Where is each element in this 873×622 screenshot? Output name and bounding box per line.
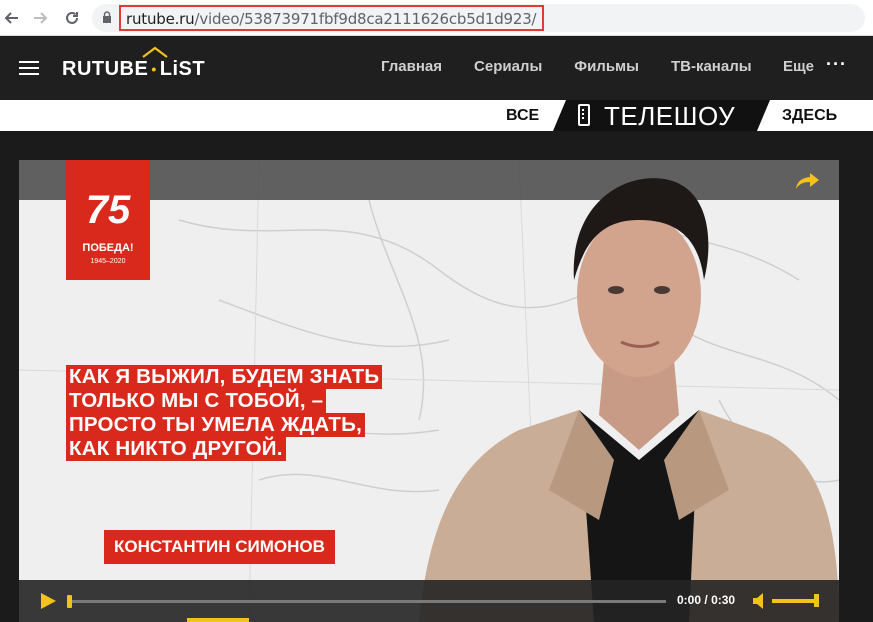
lock-icon [103,11,111,23]
play-icon[interactable] [39,592,57,610]
presenter-figure [419,178,839,622]
site-logo[interactable]: RUTUBE • LiST [62,46,206,82]
progress-handle[interactable] [67,595,72,608]
time-separator: / [704,593,708,607]
poem-quote: КАК Я ВЫЖИЛ, БУДЕМ ЗНАТЬ ТОЛЬКО МЫ С ТОБ… [66,365,383,461]
menu-icon[interactable] [19,61,39,75]
duration: 0:30 [711,593,736,607]
logo-sub-text: LiST [159,57,206,80]
more-dots-icon[interactable]: ··· [826,54,847,75]
quote-line: ПРОСТО ТЫ УМЕЛА ЖДАТЬ, [66,413,365,437]
victory-years: 1945–2020 [90,258,126,265]
browser-toolbar: rutube.ru/video/53873971fbf9d8ca2111626c… [0,0,873,36]
logo-roof-icon [142,46,168,58]
progress-bar[interactable] [71,600,666,603]
player-controls: 0:00 / 0:30 [19,580,839,622]
main-nav: Главная Сериалы Фильмы ТВ-каналы [381,58,784,75]
logo-dot-icon: • [151,61,157,77]
forward-arrow-icon[interactable] [28,6,52,30]
nav-more[interactable]: Еще [783,58,814,75]
video-player[interactable]: 75 ПОБЕДА! 1945–2020 КАК Я ВЫЖИЛ, БУДЕМ … [19,160,839,622]
address-bar[interactable]: rutube.ru/video/53873971fbf9d8ca2111626c… [92,4,865,32]
logo-main-text: RUTUBE [62,57,149,80]
promo-banner[interactable]: ВСЕ ТЕЛЕШОУ ЗДЕСЬ [0,100,873,131]
victory-number: 75 [85,188,131,232]
volume-slider[interactable] [772,599,818,603]
quote-author: КОНСТАНТИН СИМОНОВ [104,530,335,564]
url-host: rutube.ru [126,10,195,28]
nav-tv-channels[interactable]: ТВ-каналы [671,58,752,75]
nav-series[interactable]: Сериалы [474,58,542,75]
banner-left-word: ВСЕ [506,107,540,124]
time-display: 0:00 / 0:30 [677,593,735,607]
url-path: /video/53873971fbf9d8ca2111626cb5d1d923/ [194,10,537,28]
back-arrow-icon[interactable] [0,6,24,30]
banner-title: ТЕЛЕШОУ [604,101,736,131]
quote-line: КАК Я ВЫЖИЛ, БУДЕМ ЗНАТЬ [66,365,383,389]
site-header: RUTUBE • LiST Главная Сериалы Фильмы ТВ-… [0,36,873,100]
victory-75-logo: 75 ПОБЕДА! 1945–2020 [66,160,150,280]
volume-icon[interactable] [752,592,766,610]
reload-icon[interactable] [60,6,84,30]
nav-films[interactable]: Фильмы [574,58,639,75]
phone-icon [578,104,590,126]
victory-label: ПОБЕДА! [82,242,134,254]
current-time: 0:00 [677,593,702,607]
nav-home[interactable]: Главная [381,58,442,75]
url-text[interactable]: rutube.ru/video/53873971fbf9d8ca2111626c… [119,5,545,31]
banner-right-word: ЗДЕСЬ [782,107,838,124]
volume-handle[interactable] [814,594,819,607]
quote-line: ТОЛЬКО МЫ С ТОБОЙ, – [66,389,327,413]
tab-indicator [187,618,249,622]
quote-line: КАК НИКТО ДРУГОЙ. [66,437,286,461]
